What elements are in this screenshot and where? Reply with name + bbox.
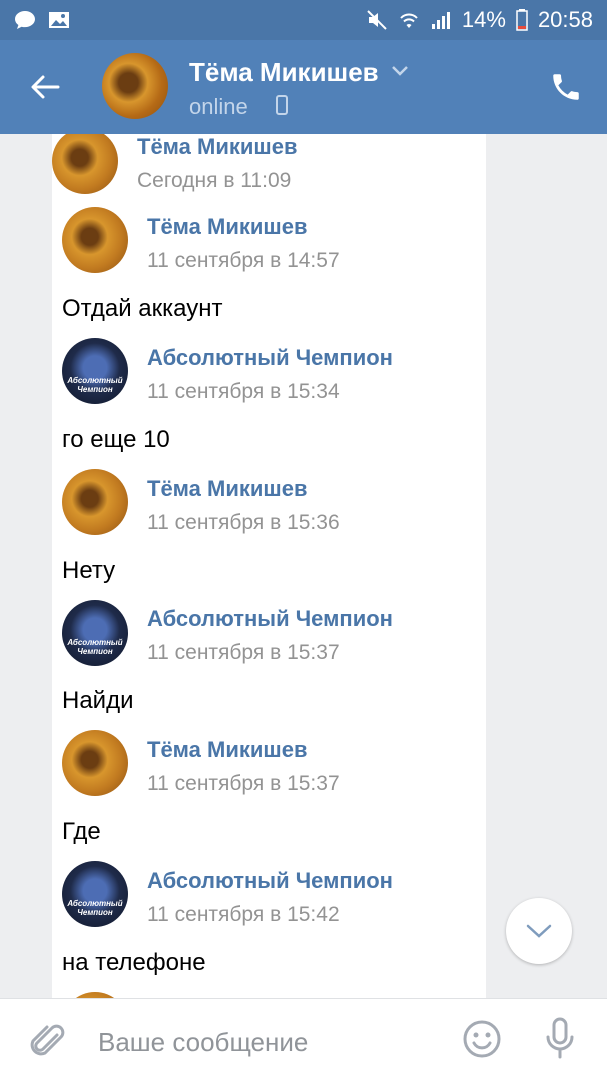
avatar[interactable] [62,207,128,273]
signal-icon [430,9,452,31]
message-text: Найди [62,687,134,714]
message-time: 11 сентября в 15:42 [147,903,340,926]
paperclip-icon [30,1024,65,1056]
avatar[interactable] [102,53,168,119]
message-time: 11 сентября в 15:37 [147,772,340,795]
image-notification-icon [48,9,70,31]
message-text: го еще 10 [62,426,170,453]
smile-icon [463,1020,501,1058]
message-time: 11 сентября в 14:57 [147,249,340,272]
avatar-label: Абсолютный Чемпион [67,638,123,656]
message-time: 11 сентября в 15:34 [147,380,340,403]
wifi-icon [398,9,420,31]
arrow-left-icon [31,75,60,99]
message-input[interactable] [96,1021,440,1063]
message-text: на телефоне [62,949,206,976]
avatar[interactable]: Абсолютный Чемпион [62,861,128,927]
chat-title[interactable]: Тёма Микишев [189,57,379,88]
message-time: 11 сентября в 15:37 [147,641,340,664]
message-text: Отдай аккаунт [62,295,223,322]
message-author[interactable]: Абсолютный Чемпион [147,345,393,371]
message-time: Сегодня в 11:09 [137,169,292,192]
battery-percent: 14% [461,7,506,32]
avatar[interactable] [62,730,128,796]
chevron-down-icon [526,924,552,938]
message-time: 11 сентября в 15:36 [147,511,340,534]
message-text: Нету [62,557,116,584]
chat-header: Тёма Микишев online [0,40,607,134]
emoji-button[interactable] [462,1019,502,1064]
chat-notification-icon [14,9,36,31]
avatar[interactable] [62,469,128,535]
online-status: online [189,94,248,119]
mobile-icon [276,95,288,120]
message-author[interactable]: Тёма Микишев [147,476,308,502]
avatar-label: Абсолютный Чемпион [67,376,123,394]
message-author[interactable]: Тёма Микишев [147,737,308,763]
avatar-label: Абсолютный Чемпион [67,899,123,917]
message-text: Где [62,818,101,845]
mute-icon [366,9,388,31]
chevron-down-icon[interactable] [390,64,410,83]
status-bar: 14% 20:58 [0,0,607,40]
message-list[interactable]: Тёма Микишев Сегодня в 11:09 Тёма Микише… [52,134,486,998]
message-author[interactable]: Абсолютный Чемпион [147,868,393,894]
microphone-icon [546,1017,574,1059]
message-author[interactable]: Абсолютный Чемпион [147,606,393,632]
back-button[interactable] [28,70,68,110]
message-author[interactable]: Тёма Микишев [137,134,298,160]
scroll-down-button[interactable] [506,898,572,964]
avatar[interactable] [52,134,118,194]
attach-button[interactable] [30,1021,66,1066]
voice-message-button[interactable] [544,1017,576,1066]
phone-icon [553,74,579,100]
message-composer [0,998,607,1081]
message-author[interactable]: Тёма Микишев [147,214,308,240]
call-button[interactable] [549,70,583,104]
avatar[interactable]: Абсолютный Чемпион [62,338,128,404]
battery-icon [516,9,528,31]
avatar[interactable]: Абсолютный Чемпион [62,600,128,666]
clock: 20:58 [537,7,593,32]
